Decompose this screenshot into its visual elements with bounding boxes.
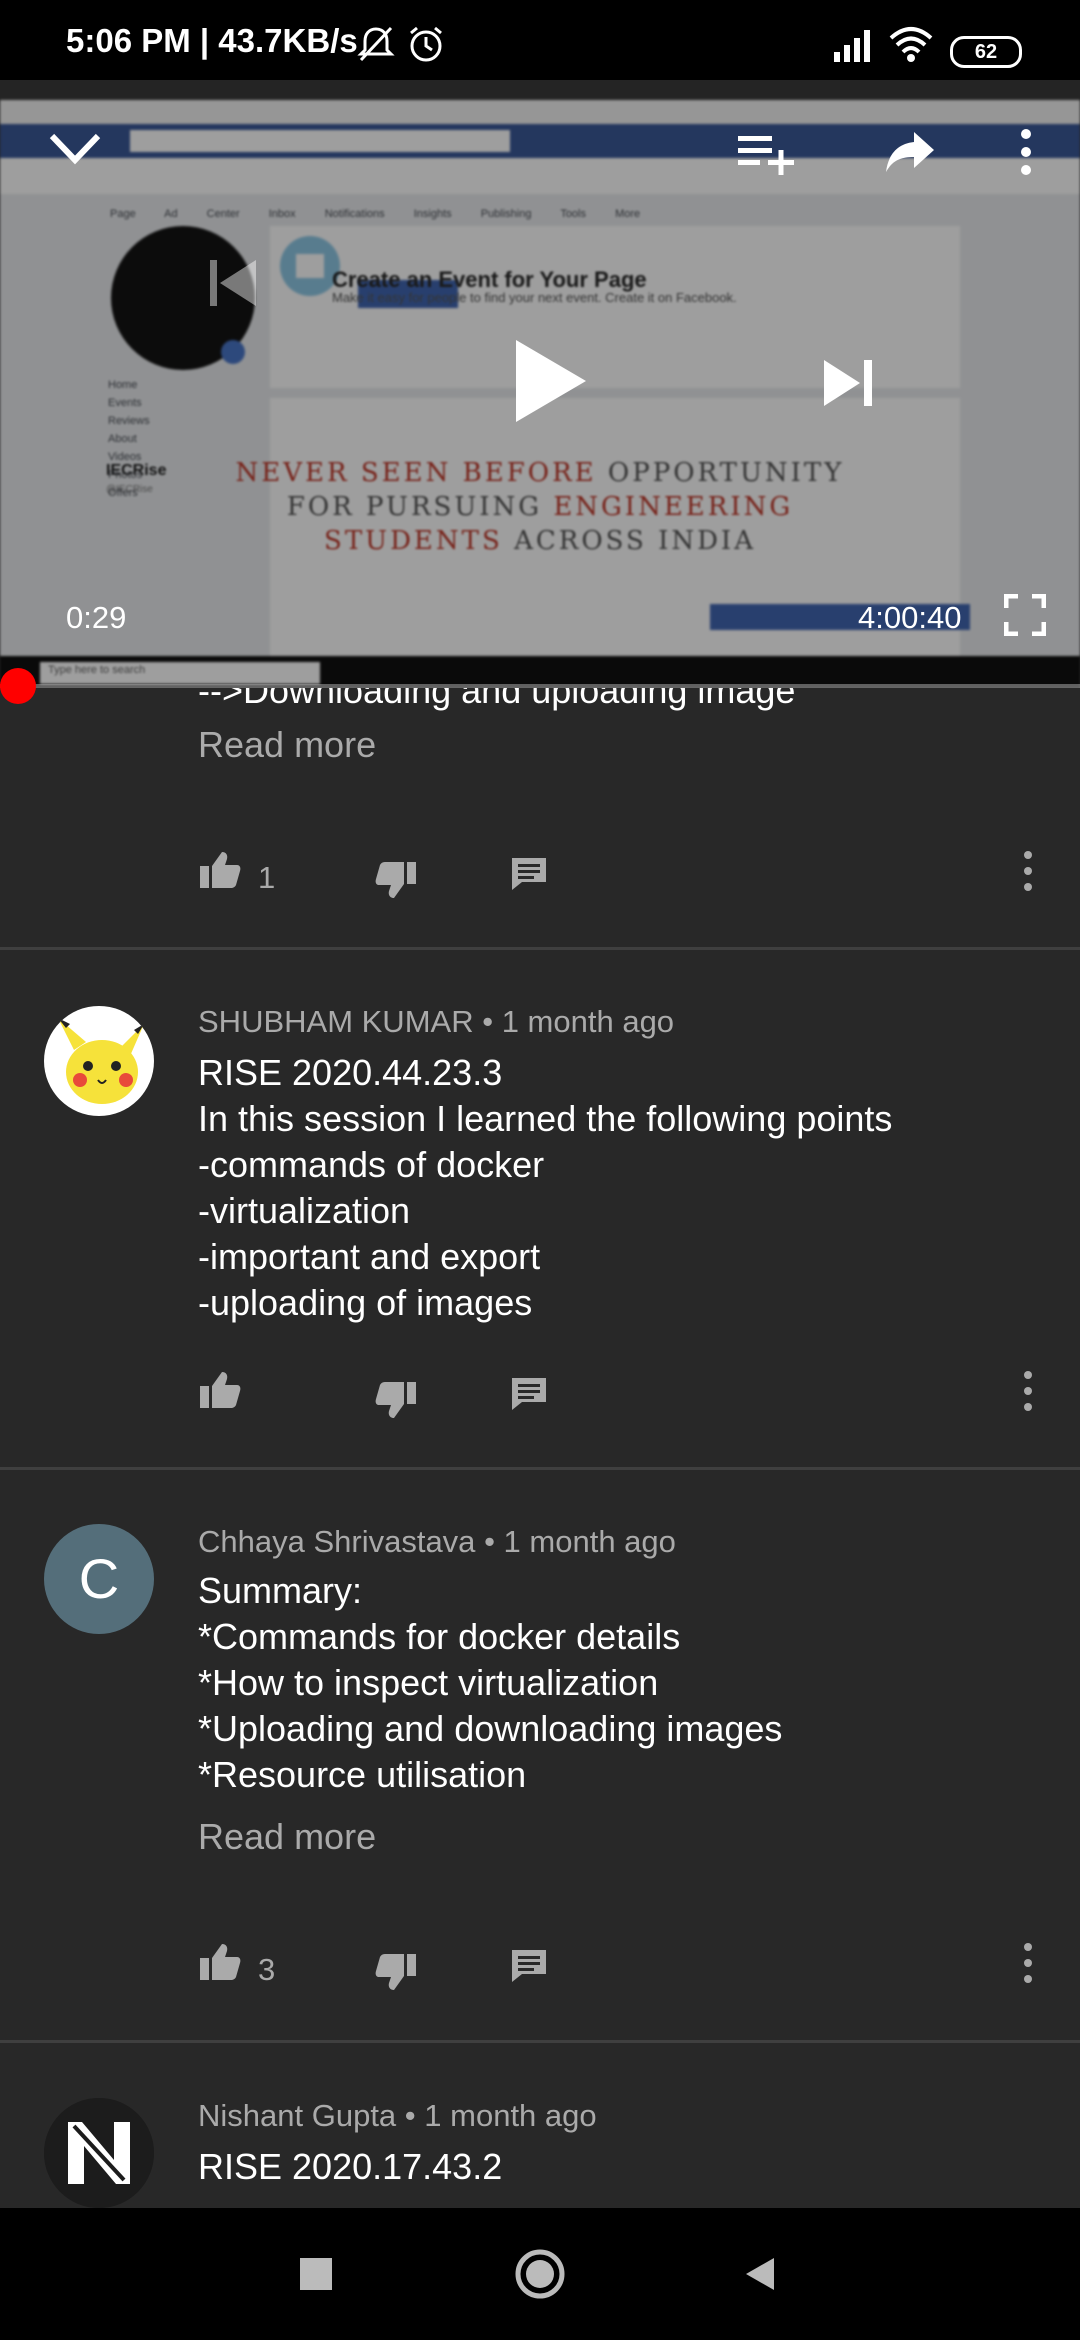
like-count: 1	[258, 860, 276, 895]
like-icon[interactable]	[198, 1942, 242, 1982]
comment-author[interactable]: Nishant Gupta	[198, 2098, 396, 2133]
wifi-icon	[889, 27, 933, 62]
status-time-speed: 5:06 PM | 43.7KB/s	[66, 22, 358, 59]
comment-text: RISE 2020.17.43.2	[198, 2146, 503, 2187]
read-more-link[interactable]: Read more	[198, 1816, 376, 1858]
comment-actions: 1	[0, 850, 1080, 910]
like-icon[interactable]	[198, 850, 242, 890]
video-player[interactable]: Create an Event for Your Page Make it ea…	[0, 80, 1080, 688]
comment-meta: Nishant Gupta • 1 month ago	[198, 2098, 597, 2133]
avatar[interactable]	[44, 1006, 154, 1116]
comment-time: 1 month ago	[424, 2098, 597, 2133]
back-triangle-icon[interactable]	[744, 2256, 776, 2292]
avatar[interactable]: C	[44, 1524, 154, 1634]
current-time: 0:29	[66, 600, 127, 635]
alarm-icon	[410, 26, 442, 62]
recents-square-icon[interactable]	[300, 2258, 332, 2290]
play-icon[interactable]	[512, 338, 588, 424]
comment-time: 1 month ago	[501, 1004, 675, 1039]
like-count: 3	[258, 1952, 276, 1987]
comment-meta: Chhaya Shrivastava • 1 month ago	[198, 1524, 676, 1559]
share-icon[interactable]	[884, 130, 936, 174]
dislike-icon[interactable]	[374, 1952, 418, 1992]
reply-icon[interactable]	[510, 1376, 548, 1412]
dislike-icon[interactable]	[374, 1380, 418, 1420]
next-icon[interactable]	[822, 358, 874, 408]
reply-icon[interactable]	[510, 1948, 548, 1984]
avatar-letter: C	[78, 1547, 120, 1610]
comment-more-icon[interactable]	[1022, 1942, 1034, 1984]
divider	[0, 1467, 1080, 1470]
comment-time: 1 month ago	[503, 1524, 676, 1559]
fullscreen-icon[interactable]	[1004, 594, 1046, 636]
battery-level: 62	[974, 41, 998, 63]
read-more-link[interactable]: Read more	[198, 724, 376, 766]
n-logo-avatar-icon	[44, 2098, 154, 2208]
divider	[0, 947, 1080, 950]
comments-list: -->Downloading and uploading image Read …	[0, 688, 1080, 2208]
comment-meta: SHUBHAM KUMAR • 1 month ago	[198, 1004, 675, 1039]
comment-text: Summary: *Commands for docker details *H…	[198, 1570, 783, 1795]
divider	[0, 2040, 1080, 2043]
navigation-bar	[0, 2208, 1080, 2340]
comment-text: RISE 2020.44.23.3 In this session I lear…	[198, 1052, 893, 1323]
comment-author[interactable]: Chhaya Shrivastava	[198, 1524, 475, 1559]
comment-more-icon[interactable]	[1022, 1370, 1034, 1412]
signal-icon	[834, 30, 870, 62]
comment-author[interactable]: SHUBHAM KUMAR	[198, 1004, 474, 1039]
add-to-queue-icon[interactable]	[736, 130, 796, 176]
dislike-icon[interactable]	[374, 860, 418, 900]
comment-actions	[0, 1370, 1080, 1430]
pikachu-avatar-icon	[44, 1006, 154, 1116]
video-duration: 4:00:40	[858, 600, 962, 635]
previous-icon[interactable]	[208, 258, 258, 308]
comment-text: -->Downloading and uploading image	[198, 688, 796, 711]
more-vert-icon[interactable]	[1018, 128, 1034, 176]
collapse-chevron-icon[interactable]	[48, 132, 102, 166]
home-circle-icon[interactable]	[514, 2248, 566, 2300]
reply-icon[interactable]	[510, 856, 548, 892]
avatar[interactable]	[44, 2098, 154, 2208]
status-bar: 5:06 PM | 43.7KB/s 62	[0, 0, 1080, 80]
like-icon[interactable]	[198, 1370, 242, 1410]
mute-bell-icon	[357, 26, 395, 62]
comment-actions: 3	[0, 1942, 1080, 2002]
comment-more-icon[interactable]	[1022, 850, 1034, 892]
battery-icon: 62	[950, 36, 1022, 68]
